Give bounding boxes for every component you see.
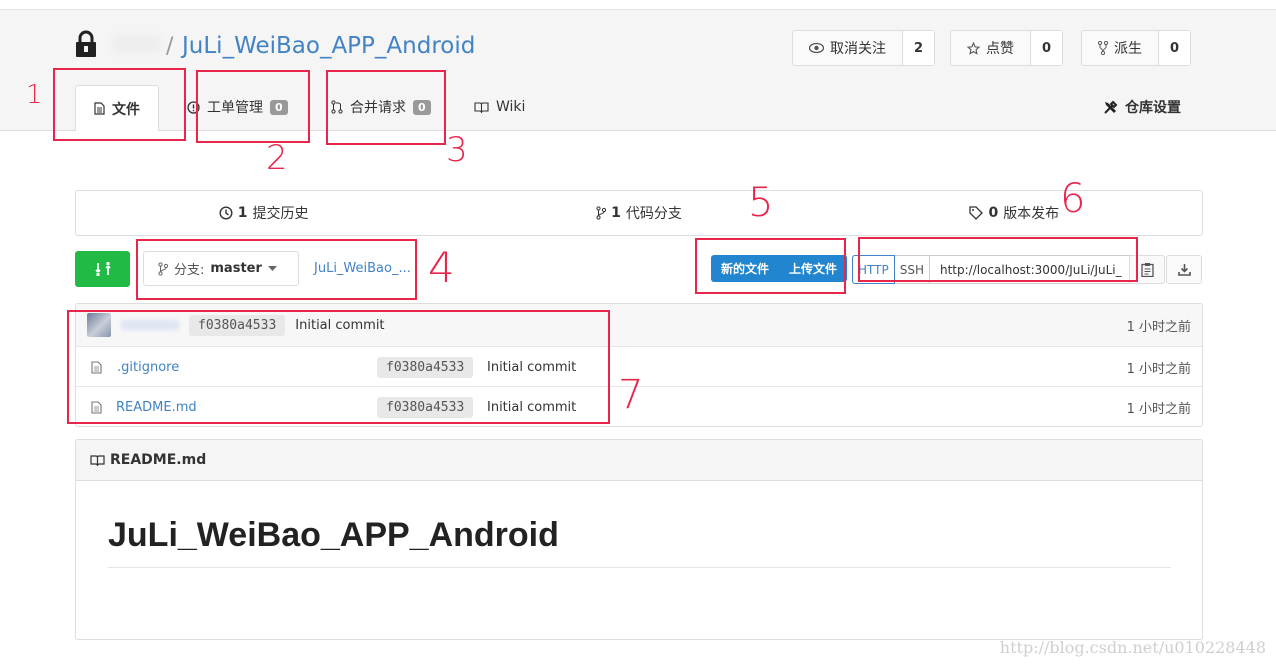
star-count[interactable]: 0 xyxy=(1031,31,1062,65)
annotation-box-7 xyxy=(67,310,610,424)
repo-path-separator: / xyxy=(166,34,174,59)
fork-button[interactable]: 派生 xyxy=(1082,31,1159,65)
tag-icon xyxy=(969,206,984,220)
readme-title: JuLi_WeiBao_APP_Android xyxy=(108,516,559,554)
watermark: http://blog.csdn.net/u010228448 xyxy=(999,638,1266,657)
annotation-number-3: 3 xyxy=(446,130,468,170)
annotation-number-6: 6 xyxy=(1060,176,1086,222)
tools-icon xyxy=(1104,100,1118,114)
eye-icon xyxy=(809,43,824,53)
file-commit-age: 1 小时之前 xyxy=(1126,401,1191,417)
branch-icon xyxy=(596,206,607,220)
repo-description-redacted xyxy=(76,149,266,164)
readme-header: README.md xyxy=(76,440,1202,481)
annotation-number-4: 4 xyxy=(428,243,455,292)
fork-icon xyxy=(1098,41,1108,55)
annotation-box-5 xyxy=(695,238,846,294)
annotation-number-7: 7 xyxy=(618,372,644,418)
annotation-box-1 xyxy=(53,68,186,141)
download-archive-button[interactable] xyxy=(1166,255,1202,284)
annotation-box-4 xyxy=(136,239,417,300)
star-icon xyxy=(967,41,980,55)
clipboard-icon xyxy=(1140,263,1154,277)
unwatch-button-group[interactable]: 取消关注 2 xyxy=(792,30,935,66)
fork-count[interactable]: 0 xyxy=(1159,31,1190,65)
book-icon xyxy=(90,454,105,466)
readme-divider xyxy=(108,567,1171,568)
lock-icon xyxy=(76,30,96,57)
star-button[interactable]: 点赞 xyxy=(951,31,1031,65)
commits-link[interactable]: 1 提交历史 xyxy=(76,191,451,235)
star-button-group[interactable]: 点赞 0 xyxy=(950,30,1063,66)
annotation-box-3 xyxy=(326,70,446,145)
annotation-box-6 xyxy=(858,237,1138,282)
annotation-number-2: 2 xyxy=(266,138,288,178)
download-icon xyxy=(1177,264,1191,276)
repo-name-link[interactable]: JuLi_WeiBao_APP_Android xyxy=(182,33,475,59)
compare-button[interactable] xyxy=(75,251,130,287)
book-icon xyxy=(474,101,489,113)
annotation-box-2 xyxy=(196,70,310,143)
unwatch-button[interactable]: 取消关注 xyxy=(793,31,903,65)
fork-button-group[interactable]: 派生 0 xyxy=(1081,30,1191,66)
annotation-number-5: 5 xyxy=(748,180,774,226)
releases-link[interactable]: 0 版本发布 xyxy=(827,191,1202,235)
watch-count[interactable]: 2 xyxy=(903,31,934,65)
latest-commit-age: 1 小时之前 xyxy=(1126,319,1191,335)
tab-settings[interactable]: 仓库设置 xyxy=(1103,85,1181,129)
annotation-number-1: 1 xyxy=(26,80,43,110)
repo-owner-redacted xyxy=(113,35,161,53)
tab-wiki[interactable]: Wiki xyxy=(474,85,525,129)
file-commit-age: 1 小时之前 xyxy=(1126,361,1191,377)
top-nav-bar xyxy=(0,0,1276,10)
repo-stats-bar: 1 提交历史 1 代码分支 0 版本发布 xyxy=(75,190,1203,236)
history-icon xyxy=(219,206,233,220)
readme-panel: README.md JuLi_WeiBao_APP_Android xyxy=(75,439,1203,640)
compare-icon xyxy=(94,262,111,276)
